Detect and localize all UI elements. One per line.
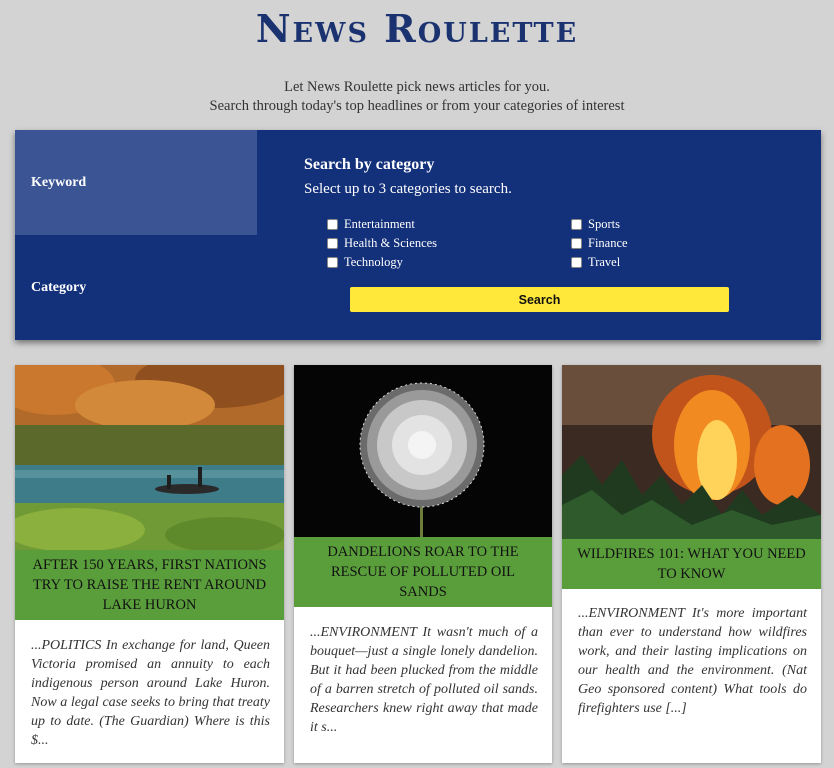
category-checkbox-entertainment[interactable]: Entertainment — [327, 216, 415, 232]
category-label: Health & Sciences — [344, 235, 438, 250]
article-image-wildfire[interactable] — [562, 365, 821, 539]
category-label: Sports — [588, 216, 620, 231]
category-label: Finance — [588, 235, 628, 250]
article-image-dandelion[interactable] — [294, 365, 552, 537]
checkbox[interactable] — [571, 218, 582, 230]
tab-keyword[interactable]: Keyword — [15, 130, 257, 235]
category-label: Technology — [344, 254, 403, 269]
article-card[interactable]: Wildfires 101: What you need to know ...… — [562, 365, 821, 763]
subtitle-line-2: Search through today's top headlines or … — [209, 98, 625, 114]
article-headline[interactable]: Dandelions roar to the rescue of pollute… — [294, 537, 552, 607]
article-summary: ...ENVIRONMENT It's more important than … — [578, 606, 807, 716]
site-title: News Roulette — [255, 6, 579, 51]
checkbox[interactable] — [327, 237, 338, 249]
category-checkbox-sports[interactable]: Sports — [571, 216, 620, 232]
article-summary: ...ENVIRONMENT It wasn't much of a bouqu… — [310, 625, 538, 735]
tab-category-label: Category — [31, 279, 87, 295]
search-instructions: Select up to 3 categories to search. — [304, 181, 512, 197]
category-label: Travel — [588, 254, 621, 269]
category-checkbox-technology[interactable]: Technology — [327, 254, 403, 270]
article-summary: ...POLITICS In exchange for land, Queen … — [31, 638, 270, 748]
article-headline[interactable]: After 150 years, First Nations try to ra… — [15, 550, 284, 620]
checkbox[interactable] — [571, 256, 582, 268]
category-checkbox-finance[interactable]: Finance — [571, 235, 628, 251]
site-subtitle: Let News Roulette pick news articles for… — [0, 78, 834, 116]
article-image-lake[interactable] — [15, 365, 284, 550]
category-checkbox-health-sciences[interactable]: Health & Sciences — [327, 235, 437, 251]
subtitle-line-1: Let News Roulette pick news articles for… — [284, 79, 550, 95]
search-panel: Keyword Category Search by category Sele… — [15, 130, 821, 340]
article-card[interactable]: Dandelions roar to the rescue of pollute… — [294, 365, 552, 763]
checkbox[interactable] — [571, 237, 582, 249]
checkbox[interactable] — [327, 218, 338, 230]
checkbox[interactable] — [327, 256, 338, 268]
article-headline[interactable]: Wildfires 101: What you need to know — [562, 539, 821, 589]
category-checkbox-travel[interactable]: Travel — [571, 254, 620, 270]
tab-category[interactable]: Category — [15, 235, 257, 340]
article-card[interactable]: After 150 years, First Nations try to ra… — [15, 365, 284, 763]
search-button[interactable]: Search — [350, 287, 729, 312]
search-heading: Search by category — [304, 156, 435, 173]
tab-keyword-label: Keyword — [31, 174, 87, 190]
category-label: Entertainment — [344, 216, 415, 231]
